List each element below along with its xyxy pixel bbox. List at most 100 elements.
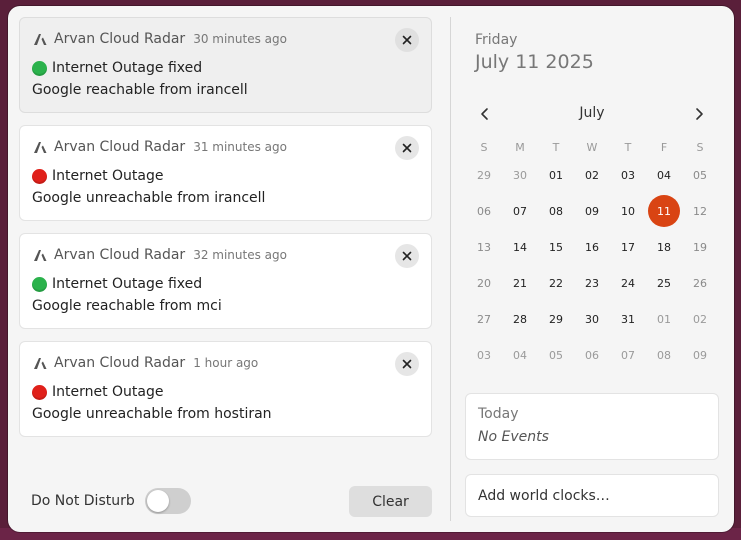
calendar-day[interactable]: 28 xyxy=(502,301,538,337)
calendar-day[interactable]: 03 xyxy=(466,337,502,373)
calendar-day[interactable]: 05 xyxy=(682,157,718,193)
calendar-day[interactable]: 06 xyxy=(574,337,610,373)
notification-body: Google reachable from irancell xyxy=(32,82,248,98)
notification-title-row: Internet Outage fixed xyxy=(32,276,202,292)
calendar-day[interactable]: 12 xyxy=(682,193,718,229)
calendar-day[interactable]: 22 xyxy=(538,265,574,301)
red-circle-icon xyxy=(32,384,47,400)
weekday-header: F xyxy=(660,140,668,154)
chevron-right-icon[interactable] xyxy=(687,102,711,126)
weekday-header: M xyxy=(515,140,525,154)
calendar-day[interactable]: 29 xyxy=(466,157,502,193)
notification-title: Internet Outage fixed xyxy=(52,276,203,292)
green-circle-icon xyxy=(32,276,47,292)
notification-card[interactable]: Arvan Cloud Radar 30 minutes ago Internet … xyxy=(19,17,432,113)
clear-button[interactable]: Clear xyxy=(349,486,432,517)
calendar-day[interactable]: 21 xyxy=(502,265,538,301)
current-full-date[interactable]: July 11 2025 xyxy=(475,51,594,73)
notification-body: Google unreachable from irancell xyxy=(32,190,266,206)
notification-card[interactable]: Arvan Cloud Radar 1 hour ago Internet Outa… xyxy=(19,341,432,437)
notification-card[interactable]: Arvan Cloud Radar 32 minutes ago Internet … xyxy=(19,233,432,329)
calendar-day[interactable]: 08 xyxy=(538,193,574,229)
month-navigation: July xyxy=(465,102,719,126)
close-icon[interactable] xyxy=(395,352,419,376)
calendar-day[interactable]: 04 xyxy=(646,157,682,193)
notification-app-name: Arvan Cloud Radar xyxy=(54,139,186,155)
calendar-day[interactable]: 26 xyxy=(682,265,718,301)
notification-calendar-panel: Arvan Cloud Radar 30 minutes ago Internet … xyxy=(8,6,734,532)
calendar-day[interactable]: 23 xyxy=(574,265,610,301)
events-section[interactable]: Today No Events xyxy=(465,393,719,460)
calendar-day[interactable]: 18 xyxy=(646,229,682,265)
weekday-header: T xyxy=(624,140,632,154)
calendar-day[interactable]: 13 xyxy=(466,229,502,265)
calendar-day-today[interactable]: 11 xyxy=(646,193,682,229)
events-title: Today xyxy=(478,406,519,422)
notification-time: 31 minutes ago xyxy=(193,140,287,154)
do-not-disturb-toggle[interactable] xyxy=(144,488,191,514)
notification-time: 30 minutes ago xyxy=(193,32,287,46)
calendar-day[interactable]: 20 xyxy=(466,265,502,301)
do-not-disturb-label: Do Not Disturb xyxy=(31,493,135,509)
calendar-day[interactable]: 02 xyxy=(682,301,718,337)
do-not-disturb: Do Not Disturb xyxy=(31,488,191,514)
calendar-day[interactable]: 10 xyxy=(610,193,646,229)
calendar-day[interactable]: 15 xyxy=(538,229,574,265)
calendar-day[interactable]: 31 xyxy=(610,301,646,337)
calendar-day[interactable]: 07 xyxy=(502,193,538,229)
calendar-day[interactable]: 04 xyxy=(502,337,538,373)
today-highlight: 11 xyxy=(648,195,680,227)
red-circle-icon xyxy=(32,168,47,184)
notification-header: Arvan Cloud Radar 31 minutes ago xyxy=(32,138,287,156)
calendar-day[interactable]: 01 xyxy=(538,157,574,193)
calendar-day[interactable]: 30 xyxy=(574,301,610,337)
close-icon[interactable] xyxy=(395,136,419,160)
arvan-cloud-logo-icon xyxy=(34,142,47,153)
calendar-day[interactable]: 08 xyxy=(646,337,682,373)
notification-header: Arvan Cloud Radar 32 minutes ago xyxy=(32,246,287,264)
notification-list: Arvan Cloud Radar 30 minutes ago Internet … xyxy=(19,17,432,449)
notification-app-name: Arvan Cloud Radar xyxy=(54,31,186,47)
notification-time: 32 minutes ago xyxy=(193,248,287,262)
weekday-header: T xyxy=(552,140,560,154)
close-icon[interactable] xyxy=(395,244,419,268)
notification-body: Google reachable from mci xyxy=(32,298,222,314)
weekday-header: S xyxy=(696,140,704,154)
notification-app-name: Arvan Cloud Radar xyxy=(54,247,186,263)
notification-body: Google unreachable from hostiran xyxy=(32,406,272,422)
toggle-knob xyxy=(146,490,169,512)
calendar-day[interactable]: 07 xyxy=(610,337,646,373)
column-divider xyxy=(450,17,451,521)
notification-title-row: Internet Outage fixed xyxy=(32,60,202,76)
calendar-day[interactable]: 24 xyxy=(610,265,646,301)
calendar-day[interactable]: 05 xyxy=(538,337,574,373)
calendar-day[interactable]: 27 xyxy=(466,301,502,337)
notification-card[interactable]: Arvan Cloud Radar 31 minutes ago Internet … xyxy=(19,125,432,221)
calendar-day[interactable]: 02 xyxy=(574,157,610,193)
calendar-day[interactable]: 30 xyxy=(502,157,538,193)
arvan-cloud-logo-icon xyxy=(34,34,47,45)
current-day-name[interactable]: Friday xyxy=(475,32,517,48)
calendar-day[interactable]: 09 xyxy=(682,337,718,373)
notification-header: Arvan Cloud Radar 30 minutes ago xyxy=(32,30,287,48)
calendar-day[interactable]: 16 xyxy=(574,229,610,265)
notification-title: Internet Outage fixed xyxy=(52,60,203,76)
calendar-day[interactable]: 01 xyxy=(646,301,682,337)
add-world-clocks-button[interactable]: Add world clocks… xyxy=(465,474,719,517)
month-label: July xyxy=(579,105,605,121)
calendar-day[interactable]: 25 xyxy=(646,265,682,301)
calendar-day[interactable]: 17 xyxy=(610,229,646,265)
arvan-cloud-logo-icon xyxy=(34,250,47,261)
calendar-day[interactable]: 03 xyxy=(610,157,646,193)
calendar-day[interactable]: 09 xyxy=(574,193,610,229)
calendar-day[interactable]: 14 xyxy=(502,229,538,265)
calendar-grid: S M T W T F S 29 30 01 02 03 04 05 06 07 08 09 10 11 12 13 14 1… xyxy=(466,137,718,373)
calendar-day[interactable]: 29 xyxy=(538,301,574,337)
arvan-cloud-logo-icon xyxy=(34,358,47,369)
calendar-day[interactable]: 19 xyxy=(682,229,718,265)
notification-time: 1 hour ago xyxy=(193,356,259,370)
events-empty-text: No Events xyxy=(478,429,549,445)
close-icon[interactable] xyxy=(395,28,419,52)
calendar-day[interactable]: 06 xyxy=(466,193,502,229)
notification-title-row: Internet Outage xyxy=(32,168,164,184)
